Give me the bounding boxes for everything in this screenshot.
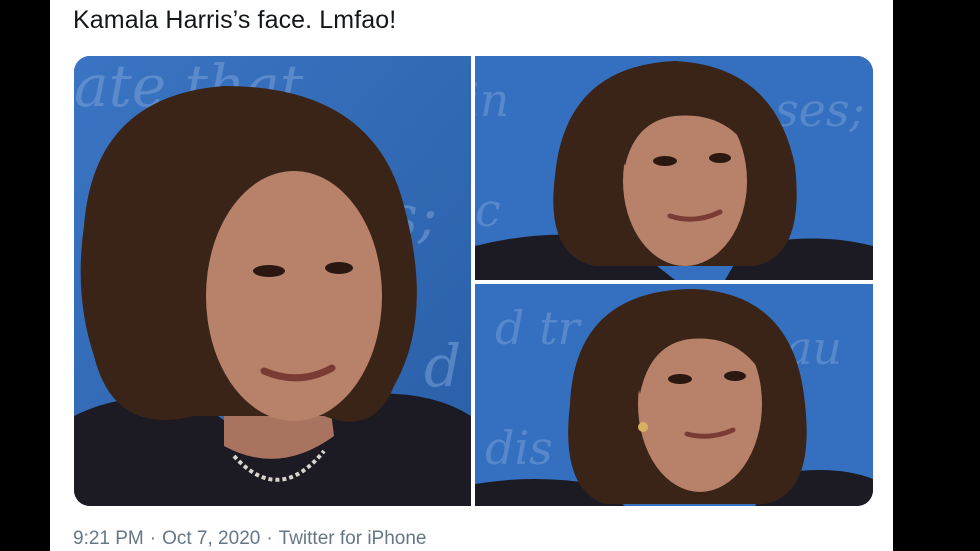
meta-separator: · — [149, 528, 157, 549]
media-grid[interactable]: ate that ses; d — [74, 56, 873, 506]
svg-text:in: in — [475, 73, 509, 127]
photo-bottom-right-image: d tr au dis — [475, 284, 873, 506]
svg-text:d tr: d tr — [495, 301, 583, 355]
tweet-meta: 9:21 PM · Oct 7, 2020 · Twitter for iPhone — [73, 528, 427, 550]
photo-bottom-right[interactable]: d tr au dis — [475, 284, 873, 506]
svg-text:ses;: ses; — [775, 83, 865, 137]
photo-top-right[interactable]: in ses; c — [475, 56, 873, 280]
photo-left[interactable]: ate that ses; d — [74, 56, 471, 506]
svg-text:d: d — [424, 332, 461, 400]
meta-separator: · — [266, 528, 273, 549]
photo-top-right-image: in ses; c — [475, 56, 873, 280]
svg-text:dis: dis — [485, 421, 553, 475]
tweet-source[interactable]: Twitter for iPhone — [279, 528, 427, 550]
tweet-date[interactable]: Oct 7, 2020 — [162, 528, 260, 550]
svg-text:c: c — [475, 183, 501, 237]
tweet-text: Kamala Harris’s face. Lmfao! — [73, 6, 397, 34]
tweet-time[interactable]: 9:21 PM — [73, 528, 144, 550]
tweet-card: Kamala Harris’s face. Lmfao! ate that se… — [50, 0, 893, 551]
photo-left-image: ate that ses; d — [74, 56, 471, 506]
